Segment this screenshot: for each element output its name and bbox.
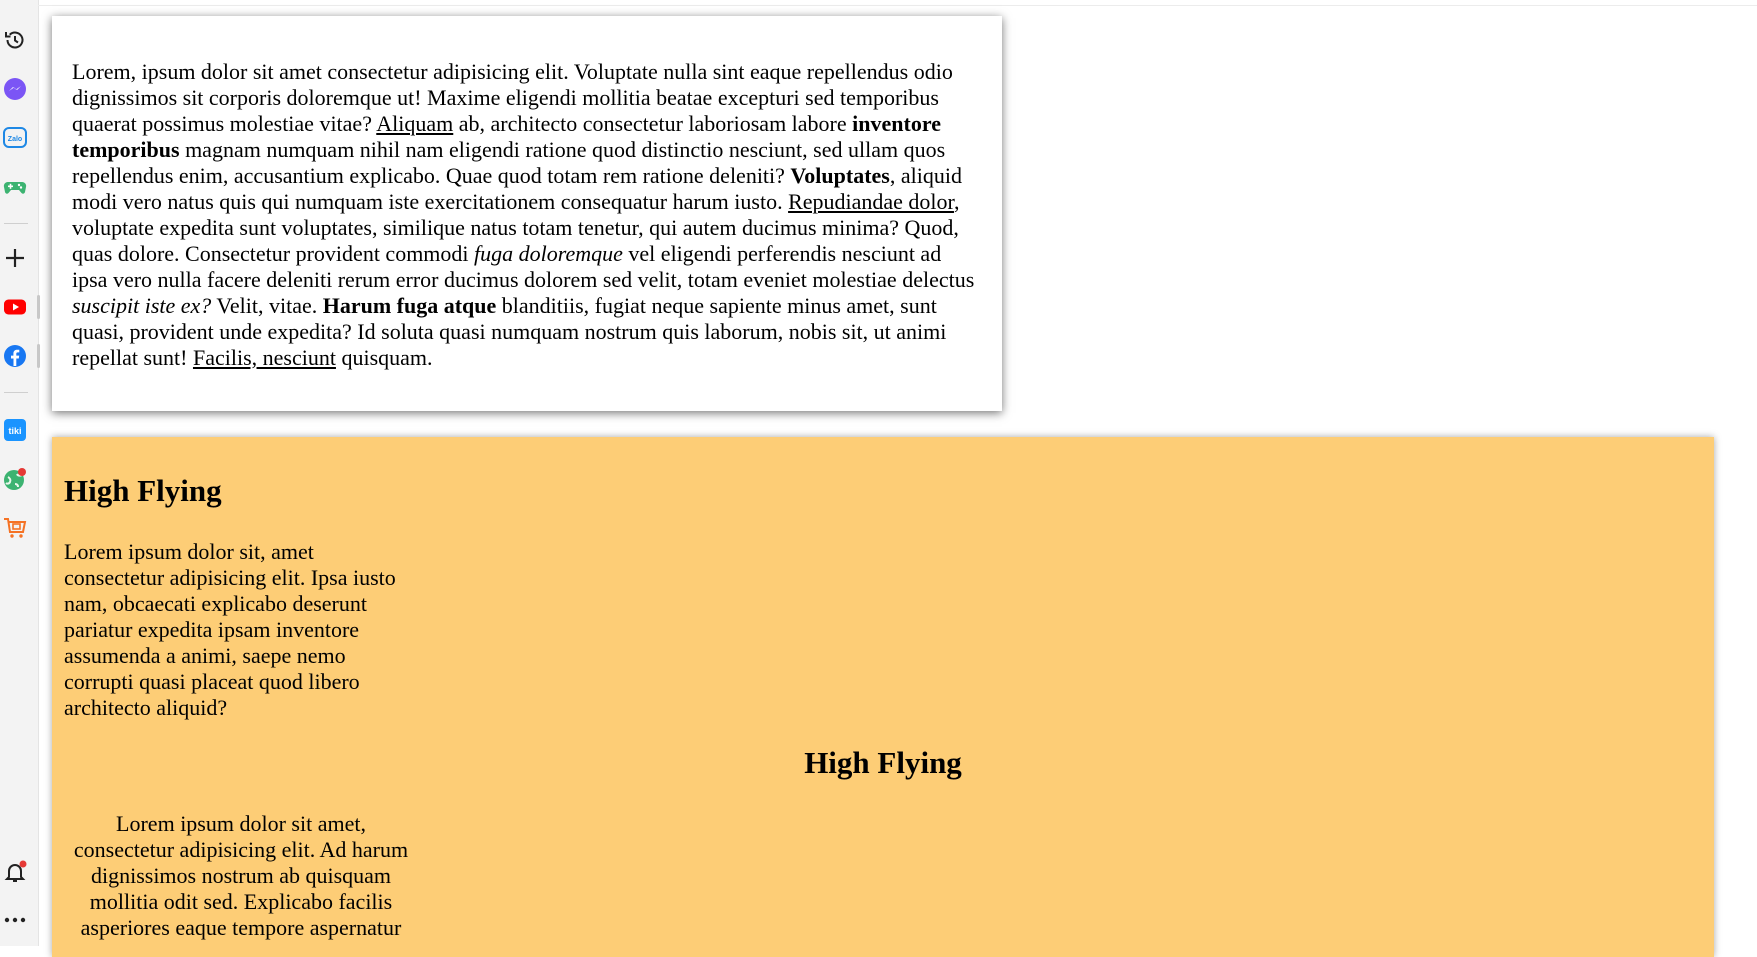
bold-text: Harum fuga atque bbox=[322, 293, 497, 318]
more-icon[interactable] bbox=[3, 908, 27, 932]
browser-sidebar: Zalo tiki bbox=[0, 0, 40, 946]
underlined-text: Aliquam bbox=[376, 111, 454, 136]
history-icon[interactable] bbox=[3, 28, 27, 52]
sidebar-divider bbox=[4, 223, 28, 224]
text-card: Lorem, ipsum dolor sit amet consectetur … bbox=[52, 16, 1002, 411]
section-paragraph: Lorem ipsum dolor sit, amet consectetur … bbox=[64, 539, 396, 720]
section-heading: High Flying bbox=[64, 473, 222, 508]
underlined-text: Facilis, nesciunt bbox=[192, 345, 336, 370]
sidebar-divider bbox=[4, 392, 28, 393]
zalo-icon[interactable]: Zalo bbox=[3, 126, 27, 150]
card-paragraph: Lorem, ipsum dolor sit amet consectetur … bbox=[72, 59, 982, 371]
centered-paragraph: Lorem ipsum dolor sit amet, consectetur … bbox=[73, 811, 409, 940]
text-segment: quisquam. bbox=[335, 345, 433, 370]
youtube-icon[interactable] bbox=[3, 295, 27, 319]
bell-icon[interactable] bbox=[3, 860, 27, 884]
game-globe-icon[interactable] bbox=[3, 467, 27, 491]
bold-text: Voluptates bbox=[790, 163, 890, 188]
centered-heading: High Flying bbox=[804, 745, 962, 780]
tiki-icon-label: tiki bbox=[8, 426, 21, 436]
italic-text: fuga doloremque bbox=[474, 241, 623, 266]
facebook-icon[interactable] bbox=[3, 344, 27, 368]
underlined-text: Repudiandae dolor bbox=[788, 189, 954, 214]
add-icon[interactable] bbox=[3, 246, 27, 270]
high-flying-section: High Flying Lorem ipsum dolor sit, amet … bbox=[52, 437, 1714, 957]
zalo-icon-label: Zalo bbox=[8, 136, 22, 143]
gamepad-icon[interactable] bbox=[3, 175, 27, 199]
top-border bbox=[38, 5, 1757, 6]
text-segment: Velit, vitae. bbox=[211, 293, 323, 318]
shopping-cart-icon[interactable] bbox=[3, 516, 27, 540]
tiki-icon[interactable]: tiki bbox=[3, 418, 27, 442]
sidebar-active-indicator bbox=[37, 344, 40, 368]
text-segment: ab, architecto consectetur laboriosam la… bbox=[453, 111, 853, 136]
italic-text: suscipit iste ex? bbox=[72, 293, 212, 318]
messenger-icon[interactable] bbox=[3, 77, 27, 101]
sidebar-active-indicator bbox=[37, 295, 40, 319]
